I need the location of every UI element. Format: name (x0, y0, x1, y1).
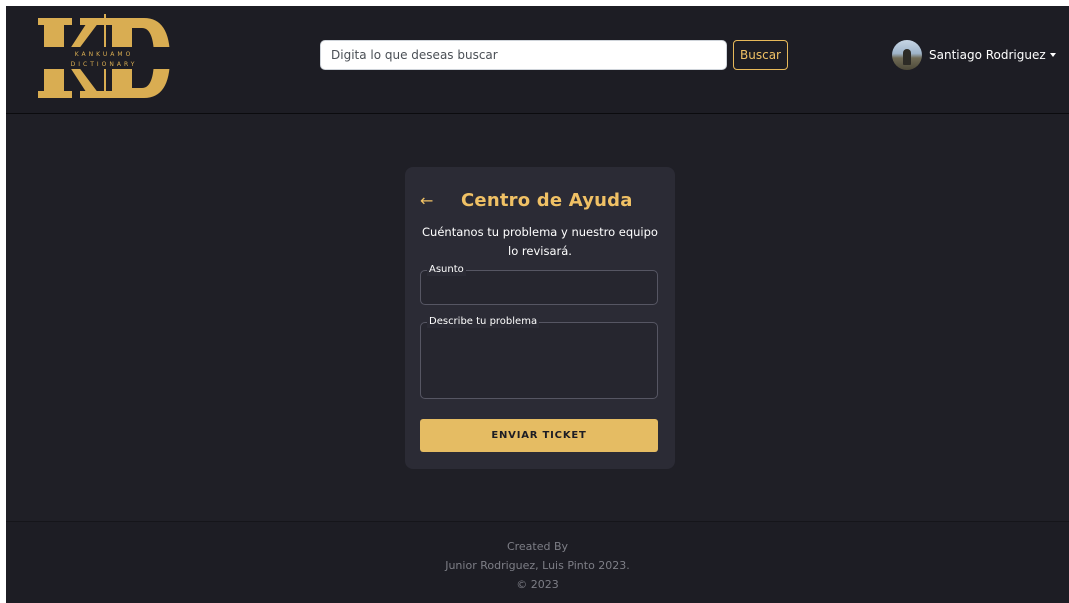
subject-label: Asunto (427, 264, 466, 276)
user-name: Santiago Rodriguez (929, 48, 1046, 62)
card-header: ← Centro de Ayuda (405, 187, 675, 215)
card-subtitle: Cuéntanos tu problema y nuestro equipo l… (422, 225, 658, 258)
arrow-left-icon[interactable]: ← (420, 189, 436, 213)
logo[interactable]: KANKUAMO DICTIONARY (36, 14, 172, 98)
avatar-figure (903, 49, 911, 65)
footer-authors: Junior Rodriguez, Luis Pinto 2023. (445, 559, 630, 572)
user-avatar (892, 40, 922, 70)
navbar: KANKUAMO DICTIONARY Buscar Santiago Rodr… (6, 6, 1069, 114)
footer: Created By Junior Rodriguez, Luis Pinto … (6, 521, 1069, 603)
app-window: KANKUAMO DICTIONARY Buscar Santiago Rodr… (6, 6, 1069, 603)
subject-field: Asunto (420, 264, 658, 305)
search-button[interactable]: Buscar (733, 40, 788, 70)
footer-created-by: Created By (506, 540, 569, 553)
description-field: Describe tu problema (420, 316, 658, 399)
description-label: Describe tu problema (427, 316, 540, 328)
caret-down-icon (1049, 53, 1056, 57)
logo-text-line2: DICTIONARY (70, 61, 138, 68)
footer-copyright: © 2023 (516, 578, 559, 591)
description-textarea[interactable] (421, 323, 657, 398)
user-menu-toggle[interactable]: Santiago Rodriguez (892, 40, 1056, 70)
search-input[interactable] (320, 40, 727, 70)
page-title: Centro de Ayuda (461, 190, 633, 211)
logo-text-line1: KANKUAMO (74, 51, 134, 58)
help-center-card: ← Centro de Ayuda Cuéntanos tu problema … (405, 167, 675, 469)
send-ticket-button[interactable]: ENVIAR TICKET (420, 419, 658, 452)
